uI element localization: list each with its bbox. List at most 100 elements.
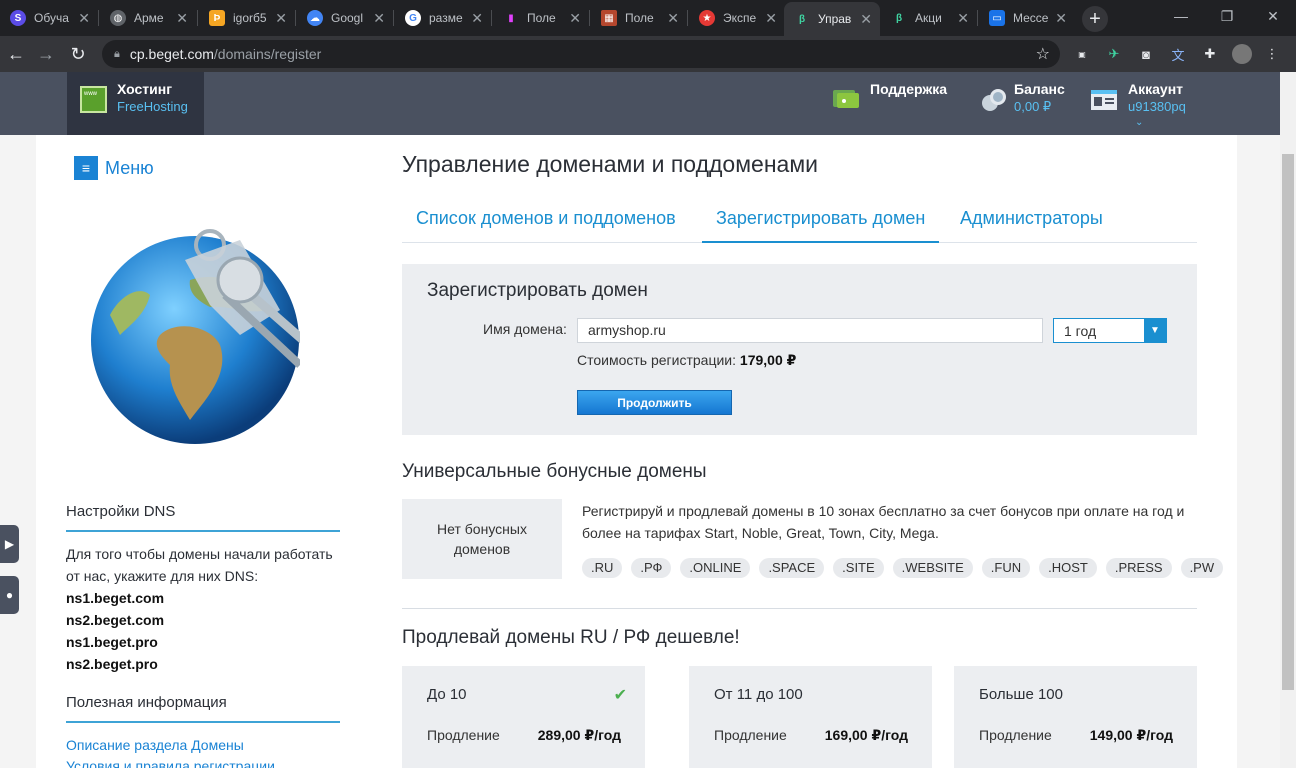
- browser-tab[interactable]: ▮ Поле ✕: [493, 0, 589, 36]
- tab-favicon-icon: ▦: [601, 10, 617, 26]
- support-link[interactable]: Поддержка: [832, 72, 952, 135]
- balance-link[interactable]: Баланс 0,00 ₽: [980, 72, 1080, 135]
- check-icon: ✔: [613, 687, 627, 704]
- browser-tab[interactable]: G разме ✕: [395, 0, 491, 36]
- chevron-down-icon[interactable]: ⌄: [1135, 117, 1143, 128]
- forward-arrow-icon[interactable]: →: [32, 40, 60, 68]
- extension-new-icon[interactable]: ▣: [1072, 44, 1092, 64]
- beget-icon: β: [895, 12, 903, 24]
- period-select[interactable]: 1 год ▼: [1053, 318, 1167, 343]
- close-icon[interactable]: ✕: [765, 10, 777, 27]
- registration-cost: Стоимость регистрации: 179,00 ₽: [577, 352, 797, 368]
- pricing-card[interactable]: До 10 ✔ Продление 289,00 ₽/год: [402, 666, 645, 768]
- no-bonus-domains-box: Нет бонусных доменов: [402, 499, 562, 579]
- register-domain-heading: Зарегистрировать домен: [427, 280, 648, 301]
- domains-description-link[interactable]: Описание раздела Домены: [66, 737, 244, 753]
- menu-dots-icon[interactable]: ⋮: [1262, 44, 1282, 64]
- close-icon[interactable]: ✕: [860, 11, 872, 28]
- ns-record: ns2.beget.com: [66, 612, 165, 628]
- browser-tab[interactable]: ◍ Арме ✕: [100, 0, 196, 36]
- brand-block[interactable]: www Хостинг FreeHosting: [67, 72, 204, 135]
- register-domain-panel: Зарегистрировать домен Имя домена: armys…: [402, 264, 1197, 435]
- zone-badge: .FUN: [981, 558, 1031, 578]
- apple-icon[interactable]: ●: [0, 576, 19, 614]
- google-icon: G: [405, 10, 421, 26]
- star-icon: ★: [699, 10, 715, 26]
- reload-icon[interactable]: ↻: [64, 40, 92, 68]
- continue-button[interactable]: Продолжить: [577, 390, 732, 415]
- tab-register-domain[interactable]: Зарегистрировать домен: [702, 203, 940, 243]
- browser-tab[interactable]: S Обуча ✕: [0, 0, 98, 36]
- domain-name-input[interactable]: armyshop.ru: [577, 318, 1043, 343]
- close-icon[interactable]: ✕: [471, 10, 483, 27]
- browser-tab[interactable]: β Акци ✕: [881, 0, 977, 36]
- close-icon[interactable]: ✕: [176, 10, 188, 27]
- browser-tab[interactable]: ▦ Поле ✕: [591, 0, 687, 36]
- browser-tab[interactable]: ★ Экспе ✕: [689, 0, 785, 36]
- browser-tab-strip: S Обуча ✕ ◍ Арме ✕ Þ igorб5 ✕ ☁ Googl ✕ …: [0, 0, 1296, 36]
- tab-favicon-icon: ☁: [307, 10, 323, 26]
- zone-badge: .WEBSITE: [892, 558, 973, 578]
- ns-record: ns2.beget.pro: [66, 656, 158, 672]
- globe-keys-illustration: [91, 229, 300, 444]
- page-title: Управление доменами и поддоменами: [402, 151, 818, 177]
- close-icon[interactable]: ✕: [78, 10, 90, 27]
- zone-badge: .PW: [1180, 558, 1224, 578]
- bookmark-star-icon[interactable]: ☆: [1036, 44, 1050, 64]
- camera-icon[interactable]: ◙: [1136, 44, 1156, 64]
- domain-tabs: Список доменов и поддоменов Зарегистриро…: [402, 203, 1197, 243]
- new-tab-button[interactable]: +: [1082, 6, 1108, 32]
- tab-favicon-icon: ▮: [503, 10, 519, 26]
- browser-tab[interactable]: ▭ Мессе ✕: [979, 0, 1075, 36]
- tab-favicon-icon: Þ: [209, 10, 225, 26]
- registration-rules-link[interactable]: Условия и правила регистрации: [66, 758, 275, 768]
- browser-toolbar: ← → ↻ 🔒︎ cp.beget.com/domains/register ☆…: [0, 36, 1296, 72]
- close-icon[interactable]: ✕: [667, 10, 679, 27]
- scrollbar-thumb[interactable]: [1282, 154, 1294, 690]
- pricing-card[interactable]: От 11 до 100 Продление 169,00 ₽/год: [689, 666, 932, 768]
- zone-badge: .SITE: [833, 558, 884, 578]
- close-icon[interactable]: ✕: [1055, 10, 1067, 27]
- site-header: www Хостинг FreeHosting Поддержка Баланс…: [0, 72, 1280, 135]
- back-arrow-icon[interactable]: ←: [2, 40, 30, 68]
- account-card-icon: [1091, 90, 1117, 110]
- lock-icon: 🔒︎: [114, 47, 120, 60]
- pricing-card[interactable]: Больше 100 Продление 149,00 ₽/год: [954, 666, 1197, 768]
- domain-name-label: Имя домена:: [483, 321, 567, 337]
- extension-bird-icon[interactable]: ✈: [1104, 44, 1124, 64]
- zone-badge: .SPACE: [759, 558, 825, 578]
- dns-settings-heading: Настройки DNS: [66, 503, 340, 532]
- avatar[interactable]: [1232, 44, 1252, 64]
- close-icon[interactable]: ✕: [275, 10, 287, 27]
- close-icon[interactable]: ✕: [957, 10, 969, 27]
- puzzle-icon[interactable]: ✚: [1200, 44, 1220, 64]
- translate-icon[interactable]: 文: [1168, 44, 1188, 64]
- google-play-icon[interactable]: ▶: [0, 525, 19, 563]
- browser-tab[interactable]: Þ igorб5 ✕: [199, 0, 295, 36]
- menu-button[interactable]: ≡ Меню: [74, 156, 154, 180]
- tab-domains-list[interactable]: Список доменов и поддоменов: [402, 203, 690, 243]
- minimize-button[interactable]: —: [1158, 0, 1204, 32]
- message-icon: ▭: [989, 10, 1005, 26]
- ns-record: ns1.beget.com: [66, 590, 165, 606]
- account-link[interactable]: Аккаунт u91380pq ⌄: [1090, 72, 1210, 135]
- tab-administrators[interactable]: Администраторы: [946, 203, 1117, 243]
- tab-favicon-icon: S: [10, 10, 26, 26]
- page-scrollbar[interactable]: [1280, 72, 1296, 768]
- browser-tab-active[interactable]: β Управ ✕: [784, 2, 880, 36]
- hamburger-icon: ≡: [74, 156, 98, 180]
- ns-record: ns1.beget.pro: [66, 634, 158, 650]
- beget-icon: β: [798, 13, 806, 25]
- address-bar[interactable]: 🔒︎ cp.beget.com/domains/register ☆: [102, 40, 1060, 68]
- bonus-zone-list: .RU .РФ .ONLINE .SPACE .SITE .WEBSITE .F…: [582, 558, 1232, 578]
- coins-icon: [982, 89, 1006, 111]
- browser-tab[interactable]: ☁ Googl ✕: [297, 0, 393, 36]
- zone-badge: .RU: [582, 558, 623, 578]
- close-icon[interactable]: ✕: [569, 10, 581, 27]
- restore-button[interactable]: ❐: [1204, 0, 1250, 32]
- close-icon[interactable]: ✕: [373, 10, 385, 27]
- close-window-button[interactable]: ✕: [1250, 0, 1296, 32]
- zone-badge: .РФ: [631, 558, 672, 578]
- dns-description: Для того чтобы домены начали работать от…: [66, 546, 333, 584]
- tab-favicon-icon: ◍: [110, 10, 126, 26]
